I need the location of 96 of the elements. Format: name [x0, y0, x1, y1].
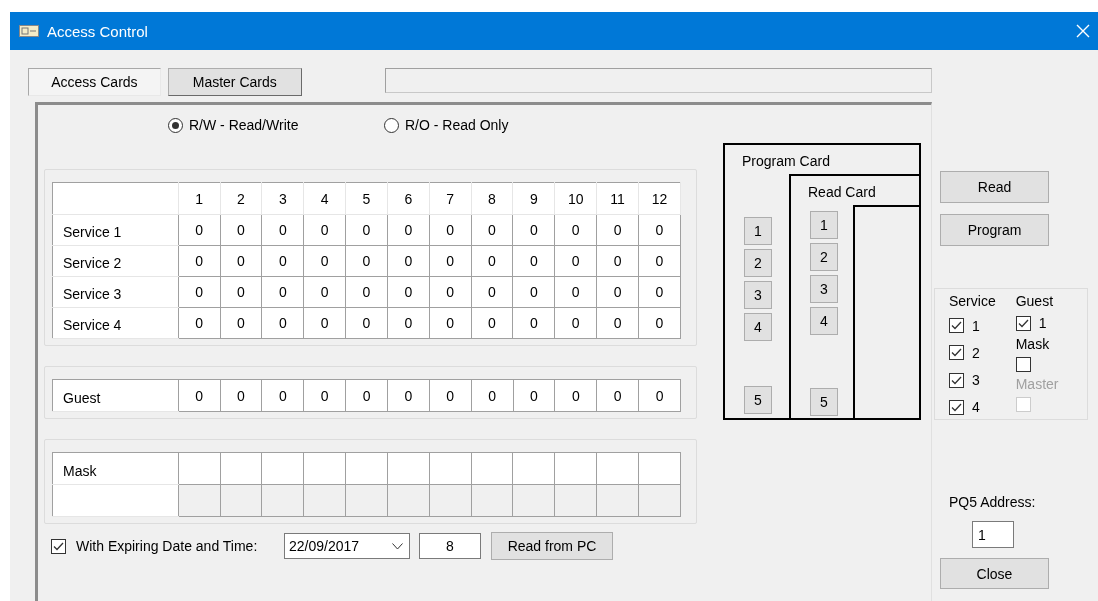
- table-cell[interactable]: 0: [429, 379, 472, 412]
- close-button[interactable]: Close: [940, 558, 1049, 589]
- group-heading: Service: [949, 293, 996, 310]
- radio-option[interactable]: R/W - Read/Write: [168, 117, 384, 133]
- checkbox-label: 1: [1038, 315, 1047, 331]
- number-button[interactable]: 3: [810, 275, 838, 303]
- column-header: 4: [303, 182, 346, 215]
- checkbox[interactable]: [949, 399, 964, 415]
- number-button[interactable]: 2: [810, 243, 838, 271]
- checkbox-label: 4: [972, 399, 980, 416]
- check-mark-icon: [1017, 318, 1029, 328]
- table-cell[interactable]: 0: [387, 379, 430, 412]
- radio-button[interactable]: [384, 117, 399, 133]
- column-header: 11: [596, 182, 639, 215]
- field-label: PQ5 Address:: [949, 494, 1036, 510]
- column-header: 10: [554, 182, 597, 215]
- number-button[interactable]: 1: [744, 217, 772, 245]
- table-cell[interactable]: [261, 452, 304, 485]
- table-cell[interactable]: 0: [554, 379, 597, 412]
- column-header: 8: [471, 182, 513, 215]
- checkbox-label: With Expiring Date and Time:: [76, 538, 259, 554]
- address-field[interactable]: 1: [972, 521, 1014, 548]
- number-button[interactable]: 5: [744, 386, 772, 414]
- number-button[interactable]: 1: [810, 211, 838, 239]
- checkbox[interactable]: [949, 372, 964, 388]
- column-header: 6: [387, 182, 430, 215]
- table-cell[interactable]: 0: [638, 379, 681, 412]
- column-header: 1: [178, 182, 221, 215]
- checkbox[interactable]: [51, 538, 66, 554]
- table-cell[interactable]: 0: [178, 214, 221, 246]
- checkbox[interactable]: [1015, 315, 1031, 331]
- check-mark-icon: [53, 541, 64, 551]
- table-cell[interactable]: [220, 452, 262, 485]
- checkbox-label: Master: [1015, 376, 1059, 393]
- action-button[interactable]: Read: [940, 171, 1049, 203]
- table-cell[interactable]: 0: [178, 379, 221, 412]
- date-picker[interactable]: 22/09/2017: [284, 533, 410, 559]
- table-cell[interactable]: [387, 452, 430, 485]
- table-cell[interactable]: [429, 452, 472, 485]
- radio-option[interactable]: R/O - Read Only: [384, 117, 600, 133]
- checkbox[interactable]: [1015, 357, 1031, 372]
- checkbox[interactable]: [949, 345, 964, 361]
- column-header: 12: [638, 182, 681, 215]
- window-title: Access Control: [47, 22, 149, 40]
- column-header: 7: [429, 182, 472, 215]
- tab[interactable]: Access Cards: [28, 68, 161, 96]
- table-cell[interactable]: 0: [178, 245, 221, 277]
- table-cell[interactable]: 0: [303, 379, 346, 412]
- column-header: 2: [220, 182, 262, 215]
- table-cell[interactable]: 0: [178, 307, 221, 339]
- checkbox[interactable]: [949, 318, 964, 334]
- checkbox-label: Mask: [1015, 336, 1051, 353]
- number-button[interactable]: 4: [744, 313, 772, 341]
- table-cell[interactable]: [178, 484, 221, 517]
- check-mark-icon: [951, 375, 962, 385]
- check-mark-icon: [951, 348, 962, 358]
- row-header: Mask: [52, 452, 179, 485]
- table-cell[interactable]: [303, 452, 346, 485]
- radio-button[interactable]: [168, 117, 183, 133]
- action-button[interactable]: Program: [940, 214, 1049, 246]
- number-button[interactable]: 3: [744, 281, 772, 309]
- frame-label: Program Card: [741, 152, 831, 171]
- table-cell[interactable]: [638, 452, 681, 485]
- table-cell[interactable]: [345, 452, 388, 485]
- table-cell[interactable]: 0: [513, 379, 555, 412]
- table-cell[interactable]: 0: [345, 379, 388, 412]
- table-cell[interactable]: 0: [471, 379, 514, 412]
- frame-label: Read Card: [807, 183, 877, 202]
- read-from-pc-button[interactable]: Read from PC: [491, 532, 613, 560]
- checkbox-label: 1: [972, 317, 980, 334]
- tab[interactable]: Master Cards: [167, 68, 302, 96]
- number-button[interactable]: 2: [744, 249, 772, 277]
- table-cell[interactable]: 0: [178, 276, 221, 308]
- table-cell[interactable]: 0: [596, 379, 639, 412]
- table-cell[interactable]: [596, 452, 639, 485]
- table-cell[interactable]: [178, 452, 221, 485]
- column-header: 5: [345, 182, 388, 215]
- chevron-down-icon: [392, 542, 403, 550]
- check-mark-icon: [951, 402, 962, 412]
- card-icon: [19, 25, 39, 37]
- column-header: 9: [512, 182, 555, 215]
- close-icon[interactable]: [1076, 24, 1090, 38]
- group-heading: Guest: [1015, 293, 1055, 310]
- table-cell[interactable]: 0: [220, 379, 262, 412]
- table-cell[interactable]: 0: [261, 379, 304, 412]
- checkbox-label: 3: [972, 372, 980, 389]
- number-button[interactable]: 5: [810, 388, 838, 416]
- check-mark-icon: [951, 321, 962, 331]
- row-header: Guest: [52, 379, 179, 412]
- table-cell[interactable]: [512, 452, 555, 485]
- table-cell[interactable]: [554, 452, 597, 485]
- hour-field[interactable]: 8: [419, 533, 481, 559]
- column-header: 3: [261, 182, 304, 215]
- number-button[interactable]: 4: [810, 307, 838, 335]
- table-cell[interactable]: [471, 452, 513, 485]
- checkbox-label: 2: [972, 344, 980, 361]
